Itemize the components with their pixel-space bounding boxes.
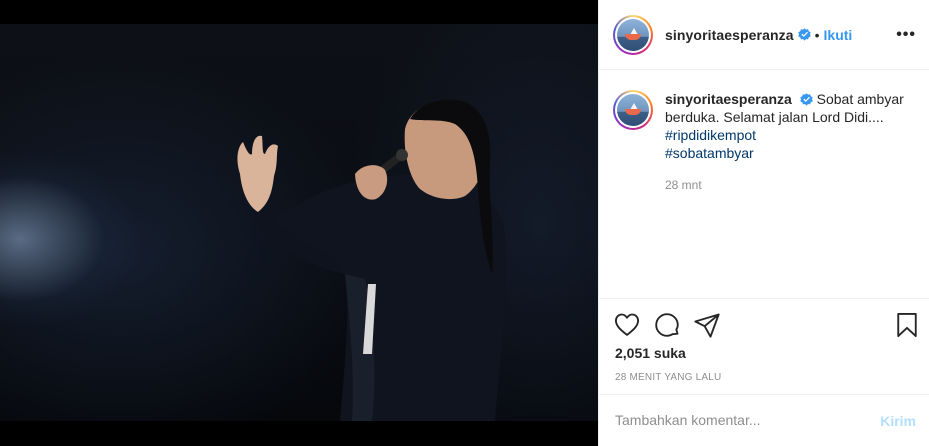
more-options-icon[interactable]: ••• [896,26,916,44]
post-timestamp[interactable]: 28 MENIT YANG LALU [615,372,721,383]
caption-username[interactable]: sinyoritaesperanza [665,91,792,107]
caption: sinyoritaesperanza Sobat ambyar berduka.… [613,90,918,194]
post-actions: 2,051 suka 28 MENIT YANG LALU [599,298,929,394]
follow-button[interactable]: Ikuti [824,27,853,43]
likes-count[interactable]: 2,051 suka [615,345,686,361]
caption-avatar[interactable] [613,90,653,130]
caption-time: 28 mnt [665,178,702,192]
heart-icon[interactable] [613,311,641,339]
post-comment-button[interactable]: Kirim [880,413,916,429]
post-header: sinyoritaesperanza • Ikuti ••• [599,0,929,70]
comment-icon[interactable] [653,311,681,339]
author-avatar[interactable] [613,14,653,55]
share-icon[interactable] [693,311,721,339]
hashtag-link[interactable]: #ripdidikempot [665,126,915,144]
avatar-image [617,18,649,51]
author-username[interactable]: sinyoritaesperanza [665,27,794,43]
comment-bar: Kirim [599,394,929,446]
caption-body: sinyoritaesperanza Sobat ambyar berduka.… [665,90,915,194]
bookmark-icon[interactable] [893,311,921,339]
avatar-image [617,94,649,126]
verified-badge-icon [797,28,811,41]
post-media[interactable] [0,0,598,446]
hashtag-link[interactable]: #sobatambyar [665,144,915,162]
verified-badge-icon [800,93,813,106]
separator-dot: • [814,26,820,43]
comment-input[interactable] [615,409,855,431]
post-side-panel: sinyoritaesperanza • Ikuti ••• sinyorita… [598,0,929,446]
singer-figure [237,99,507,421]
